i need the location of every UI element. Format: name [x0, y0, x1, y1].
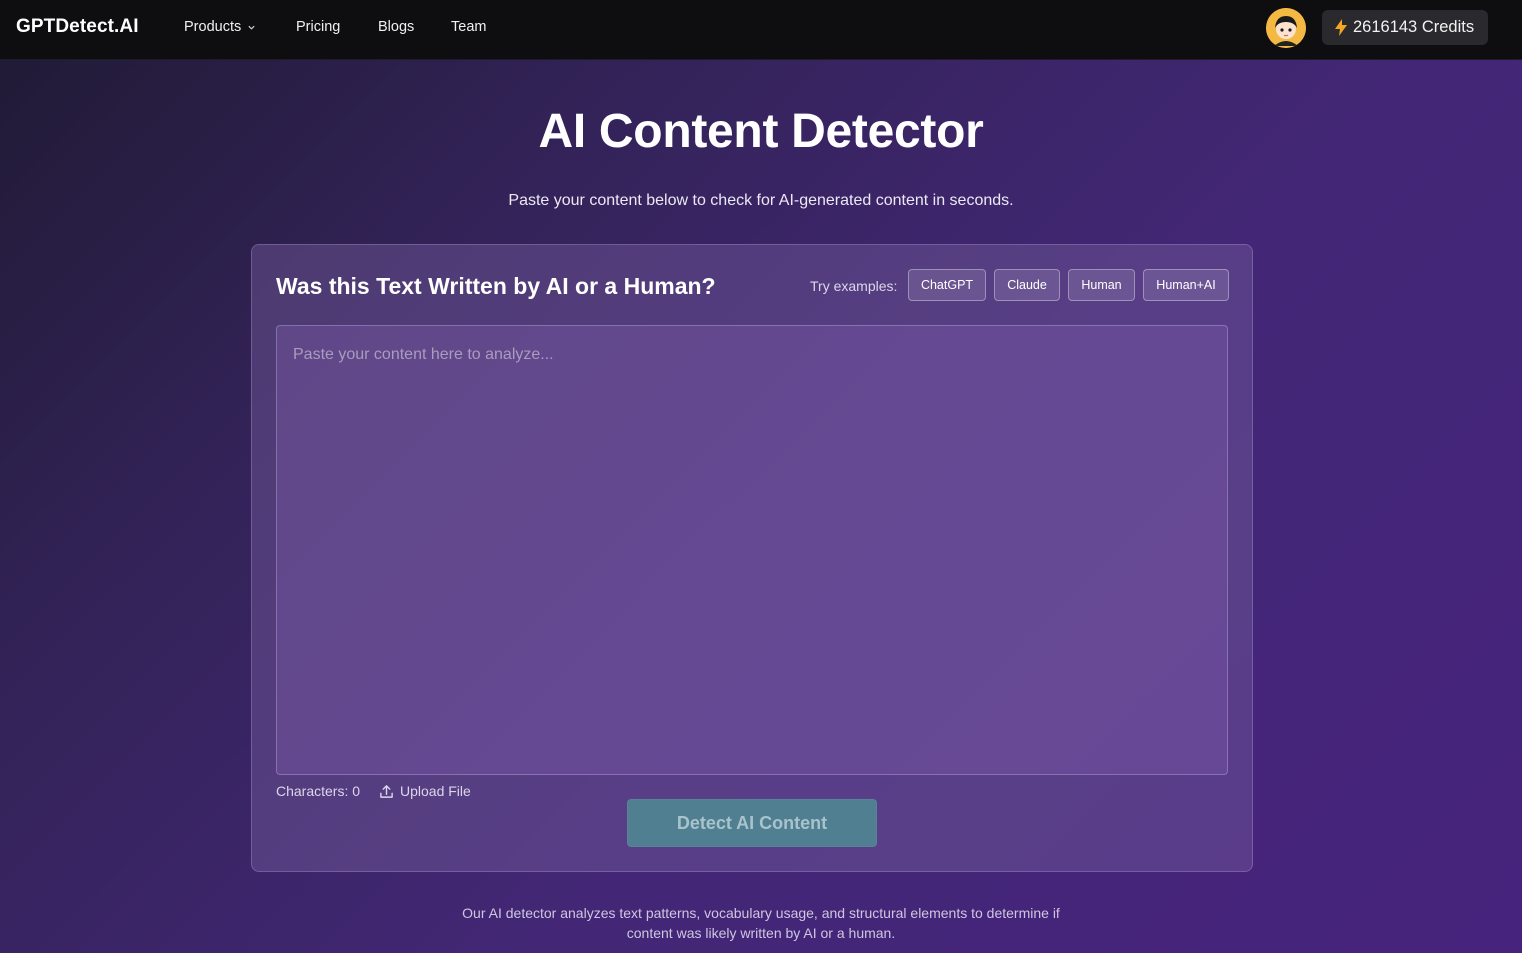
lightning-icon	[1334, 19, 1348, 36]
footer-description-line-2: content was likely written by AI or a hu…	[626, 925, 896, 941]
nav-team[interactable]: Team	[451, 19, 486, 35]
content-textarea[interactable]	[277, 326, 1227, 774]
credits-label: 2616143 Credits	[1353, 18, 1475, 36]
example-human-button[interactable]: Human	[1068, 269, 1135, 301]
upload-icon	[379, 784, 394, 799]
footer-description-line-1: Our AI detector analyzes text patterns, …	[462, 905, 1060, 921]
upload-file-button[interactable]: Upload File	[379, 783, 471, 799]
footer-description: Our AI detector analyzes text patterns, …	[0, 903, 1522, 943]
content-textarea-container	[276, 325, 1228, 775]
site-logo[interactable]: GPTDetect.AI	[16, 16, 139, 38]
nav-products-label: Products	[184, 19, 242, 35]
example-human-ai-button[interactable]: Human+AI	[1143, 269, 1229, 301]
character-count: Characters: 0	[276, 783, 361, 799]
top-navbar: GPTDetect.AI Products Pricing Blogs Team…	[0, 0, 1522, 60]
nav-pricing[interactable]: Pricing	[296, 19, 340, 35]
example-claude-button[interactable]: Claude	[994, 269, 1060, 301]
nav-blogs[interactable]: Blogs	[378, 19, 414, 35]
example-chatgpt-button[interactable]: ChatGPT	[908, 269, 986, 301]
page-title: AI Content Detector	[538, 105, 984, 158]
page-subtitle: Paste your content below to check for AI…	[508, 192, 1014, 209]
chevron-down-icon	[247, 23, 256, 32]
card-title: Was this Text Written by AI or a Human?	[276, 273, 716, 299]
upload-file-label: Upload File	[400, 783, 471, 799]
nav-products[interactable]: Products	[184, 19, 256, 35]
credits-button[interactable]: 2616143 Credits	[1322, 10, 1488, 45]
try-examples-label: Try examples:	[810, 278, 898, 294]
user-avatar[interactable]	[1266, 8, 1306, 48]
detect-ai-content-button[interactable]: Detect AI Content	[627, 799, 877, 847]
detector-card: Was this Text Written by AI or a Human? …	[251, 244, 1253, 872]
